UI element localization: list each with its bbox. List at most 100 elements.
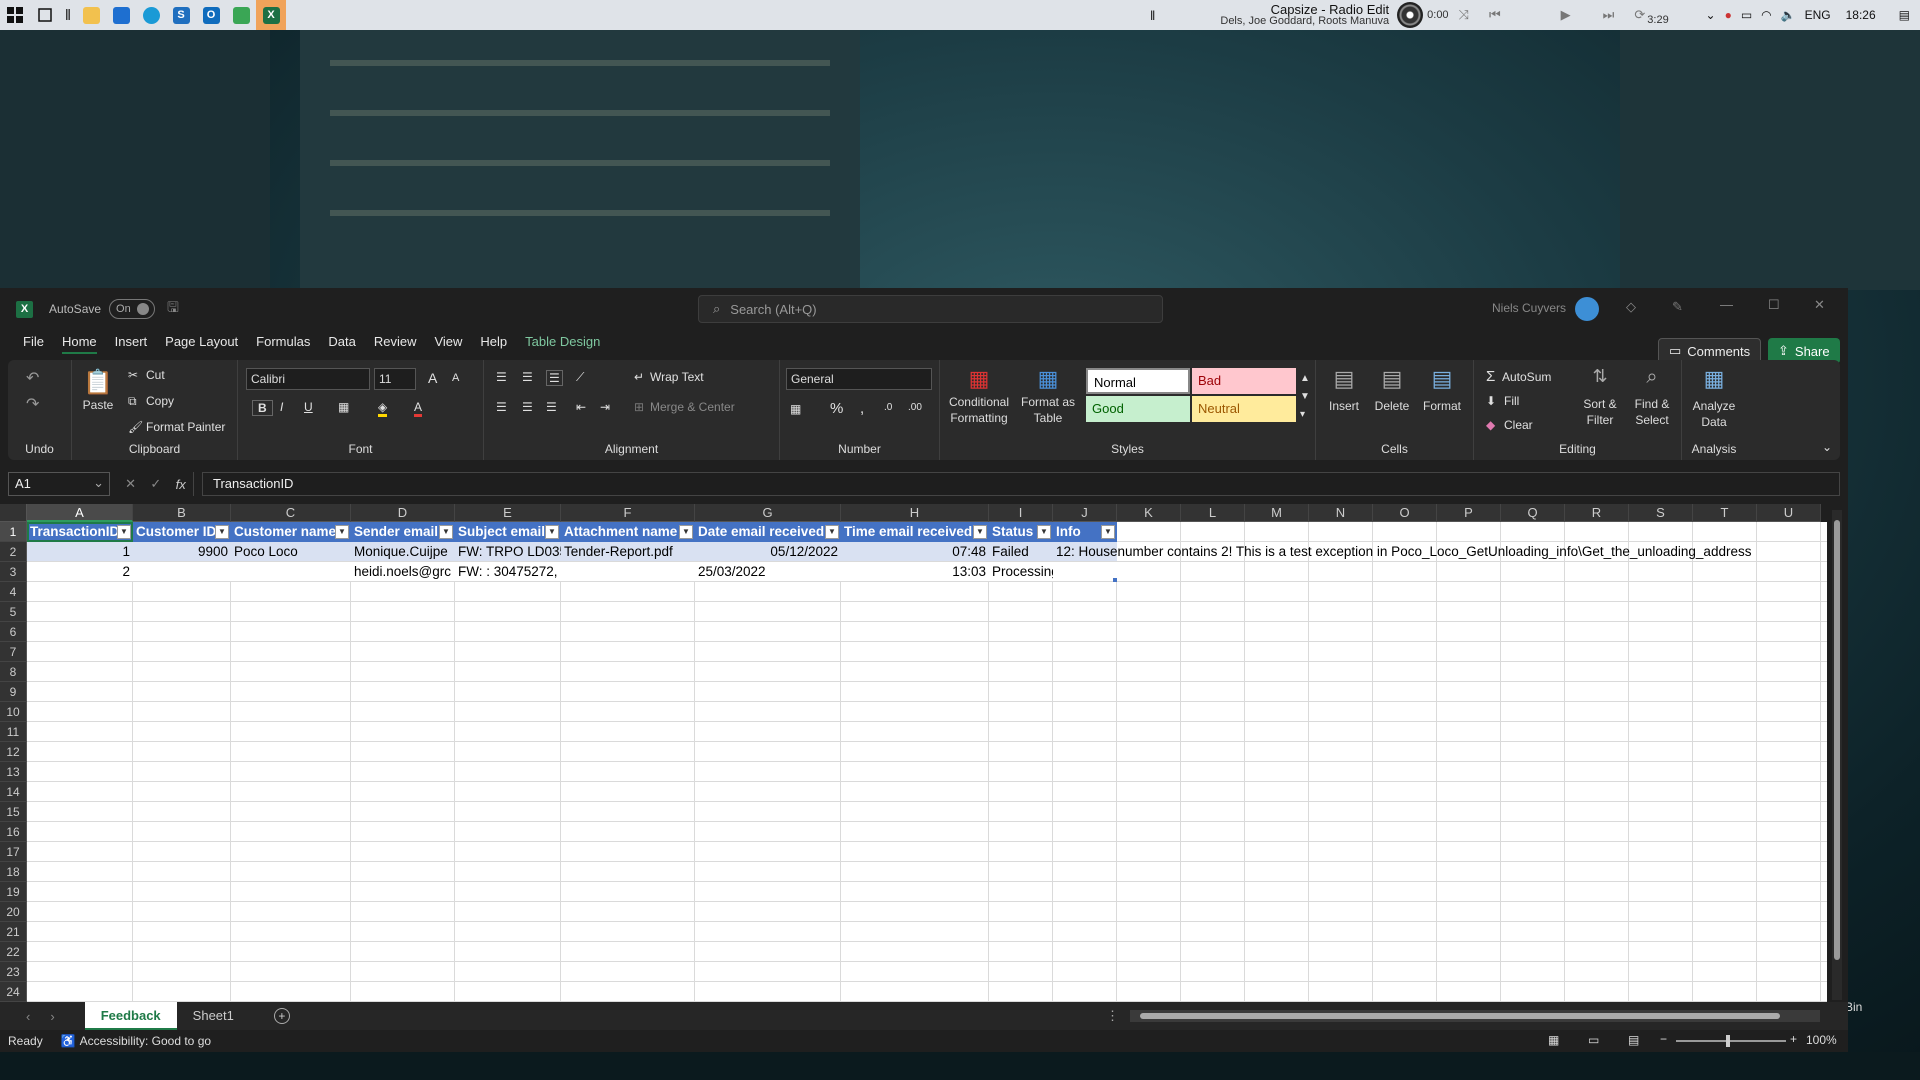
- redo-icon[interactable]: ↷: [26, 394, 39, 414]
- styles-more-icon[interactable]: ▲ ▼ ▾: [1300, 370, 1310, 424]
- table-cell[interactable]: heidi.noels@grc: [351, 562, 455, 582]
- table-cell[interactable]: Poco Loco: [231, 542, 351, 562]
- clear-button[interactable]: Clear: [1504, 418, 1533, 432]
- autosave-toggle[interactable]: On: [109, 299, 156, 319]
- accounting-format-icon[interactable]: ▦: [790, 402, 801, 416]
- font-size-select[interactable]: 11: [374, 368, 416, 390]
- format-painter-icon[interactable]: 🖌: [128, 420, 143, 434]
- bold-icon[interactable]: B: [252, 400, 273, 416]
- menu-home[interactable]: Home: [53, 330, 106, 354]
- style-neutral[interactable]: Neutral: [1192, 396, 1296, 422]
- table-cell[interactable]: 25/03/2022: [695, 562, 841, 582]
- filter-dropdown-icon[interactable]: ▼: [679, 525, 693, 539]
- table-header-cell[interactable]: Time email received ▼: [841, 522, 989, 542]
- menu-file[interactable]: File: [14, 330, 53, 354]
- wrap-text-button[interactable]: Wrap Text: [650, 370, 704, 384]
- column-header-j[interactable]: J: [1053, 504, 1117, 522]
- table-cell[interactable]: Failed: [989, 542, 1053, 562]
- align-right-icon[interactable]: ☰: [546, 400, 557, 414]
- row-header-15[interactable]: 15: [0, 802, 27, 822]
- increase-decimal-icon[interactable]: .0: [884, 402, 892, 413]
- filter-dropdown-icon[interactable]: ▼: [973, 525, 987, 539]
- filter-dropdown-icon[interactable]: ▼: [545, 525, 559, 539]
- sheet-tab-sheet1[interactable]: Sheet1: [177, 1002, 250, 1030]
- table-header-cell[interactable]: TransactionID ▼: [27, 522, 133, 542]
- row-header-9[interactable]: 9: [0, 682, 27, 702]
- copy-icon[interactable]: ⧉: [128, 394, 137, 409]
- number-format-select[interactable]: General: [786, 368, 932, 390]
- add-sheet-icon[interactable]: +: [273, 1008, 290, 1024]
- table-cell[interactable]: 13:03: [841, 562, 989, 582]
- row-header-17[interactable]: 17: [0, 842, 27, 862]
- autosum-button[interactable]: AutoSum: [1502, 370, 1551, 384]
- formula-input[interactable]: TransactionID: [202, 472, 1840, 496]
- row-header-5[interactable]: 5: [0, 602, 27, 622]
- column-header-d[interactable]: D: [351, 504, 455, 522]
- filter-dropdown-icon[interactable]: ▼: [117, 525, 131, 539]
- decrease-indent-icon[interactable]: ⇤: [576, 400, 586, 414]
- vertical-scroll-thumb[interactable]: [1834, 520, 1840, 960]
- accessibility-icon[interactable]: ♿: [61, 1034, 76, 1048]
- row-header-23[interactable]: 23: [0, 962, 27, 982]
- outlook-icon[interactable]: O: [196, 0, 226, 30]
- row-header-6[interactable]: 6: [0, 622, 27, 642]
- filter-dropdown-icon[interactable]: ▼: [439, 525, 453, 539]
- column-header-s[interactable]: S: [1629, 504, 1693, 522]
- app-green-icon[interactable]: [226, 0, 256, 30]
- filter-dropdown-icon[interactable]: ▼: [215, 525, 229, 539]
- table-cell[interactable]: 07:48: [841, 542, 989, 562]
- normal-view-icon[interactable]: ▦: [1548, 1033, 1559, 1047]
- sort-filter-button[interactable]: ⇅ Sort & Filter: [1576, 366, 1624, 428]
- insert-function-icon[interactable]: fx: [176, 477, 186, 492]
- chevron-up-icon[interactable]: ⌄: [1706, 8, 1716, 22]
- delete-cells-button[interactable]: ▤ Delete: [1368, 366, 1416, 413]
- windows-start-icon[interactable]: [0, 0, 30, 30]
- row-header-19[interactable]: 19: [0, 882, 27, 902]
- table-cell[interactable]: 9900: [133, 542, 231, 562]
- row-header-3[interactable]: 3: [0, 562, 27, 582]
- task-view-icon[interactable]: [30, 0, 60, 30]
- diamond-icon[interactable]: ◇: [1626, 299, 1636, 315]
- table-cell[interactable]: [133, 562, 231, 582]
- play-icon[interactable]: ▶: [1561, 7, 1571, 23]
- table-cell[interactable]: Tender-Report.pdf: [561, 542, 695, 562]
- column-header-n[interactable]: N: [1309, 504, 1373, 522]
- row-header-14[interactable]: 14: [0, 782, 27, 802]
- comma-style-icon[interactable]: ,: [860, 400, 864, 417]
- row-header-20[interactable]: 20: [0, 902, 27, 922]
- row-header-8[interactable]: 8: [0, 662, 27, 682]
- borders-icon[interactable]: ▦: [338, 400, 349, 414]
- column-header-l[interactable]: L: [1181, 504, 1245, 522]
- select-all-button[interactable]: [0, 504, 27, 522]
- save-icon[interactable]: 🖫: [167, 297, 179, 321]
- zoom-out-icon[interactable]: −: [1660, 1032, 1667, 1046]
- table-cell[interactable]: [231, 562, 351, 582]
- row-header-13[interactable]: 13: [0, 762, 27, 782]
- menu-formulas[interactable]: Formulas: [247, 330, 319, 354]
- filter-dropdown-icon[interactable]: ▼: [1037, 525, 1051, 539]
- increase-indent-icon[interactable]: ⇥: [600, 400, 610, 414]
- wrap-text-icon[interactable]: ↵: [634, 370, 644, 384]
- accessibility-status[interactable]: Accessibility: Good to go: [80, 1034, 211, 1048]
- excel-taskbar-icon[interactable]: X: [256, 0, 286, 30]
- table-header-cell[interactable]: Customer name ▼: [231, 522, 351, 542]
- zoom-level[interactable]: 100%: [1806, 1033, 1837, 1047]
- vertical-scrollbar[interactable]: [1832, 510, 1842, 1000]
- column-header-a[interactable]: A: [27, 504, 133, 522]
- horizontal-scrollbar[interactable]: [1130, 1010, 1820, 1022]
- copy-button[interactable]: Copy: [146, 394, 174, 408]
- increase-font-icon[interactable]: A: [428, 370, 437, 386]
- format-cells-button[interactable]: ▤ Format: [1418, 366, 1466, 413]
- style-bad[interactable]: Bad: [1192, 368, 1296, 394]
- font-color-icon[interactable]: A: [414, 400, 423, 417]
- table-cell[interactable]: [1053, 562, 1827, 582]
- name-box[interactable]: A1 ⌄: [8, 472, 110, 496]
- horizontal-scroll-thumb[interactable]: [1140, 1013, 1780, 1019]
- style-normal[interactable]: Normal: [1086, 368, 1190, 394]
- column-header-e[interactable]: E: [455, 504, 561, 522]
- table-cell[interactable]: 12: Housenumber contains 2! This is a te…: [1053, 542, 1827, 562]
- table-header-cell[interactable]: Date email received ▼: [695, 522, 841, 542]
- row-header-2[interactable]: 2: [0, 542, 27, 562]
- column-header-m[interactable]: M: [1245, 504, 1309, 522]
- clear-icon[interactable]: ◆: [1486, 418, 1495, 432]
